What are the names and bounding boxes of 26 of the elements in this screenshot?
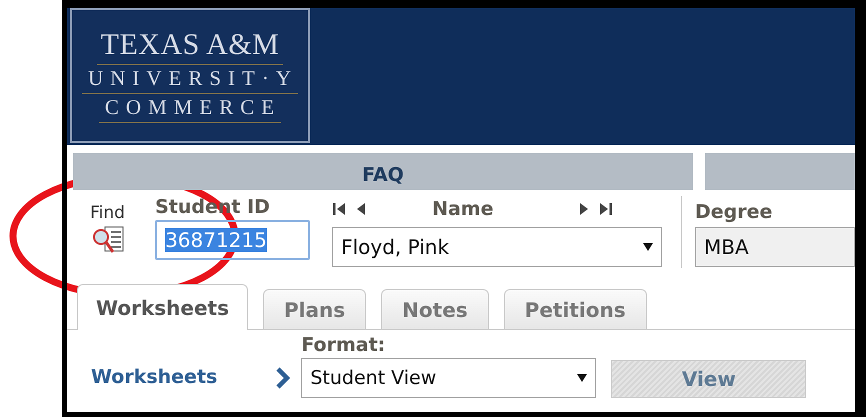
chevron-right-icon [275,366,292,390]
faq-bar[interactable]: FAQ [73,153,693,190]
degree-dropdown[interactable]: MBA [695,227,855,267]
worksheets-link[interactable]: Worksheets [91,366,218,388]
last-record-icon[interactable] [599,202,614,216]
logo-text: UNIVERSIT·Y [82,65,298,94]
logo-text: TEXAS A&M [96,28,284,65]
format-dropdown[interactable]: Student View [301,358,596,398]
degree-label: Degree [695,201,774,223]
next-record-icon[interactable] [579,202,590,216]
previous-record-icon[interactable] [356,202,366,216]
tab[interactable]: Worksheets [77,284,248,330]
format-label: Format: [301,334,386,356]
tab[interactable]: Petitions [504,289,647,329]
tab[interactable]: Plans [263,289,366,329]
find-label: Find [90,203,125,223]
name-dropdown[interactable]: Floyd, Pink [332,227,662,267]
name-label: Name [432,198,494,220]
caret-icon [643,243,654,251]
view-button[interactable]: View [611,360,806,398]
tab[interactable]: Notes [381,289,489,329]
logo-text: COMMERCE [98,94,282,123]
first-record-icon[interactable] [332,202,346,216]
caret-icon [577,374,588,382]
student-id-field[interactable]: 36871215 [155,220,310,260]
find-magnifier-icon[interactable] [90,225,125,255]
